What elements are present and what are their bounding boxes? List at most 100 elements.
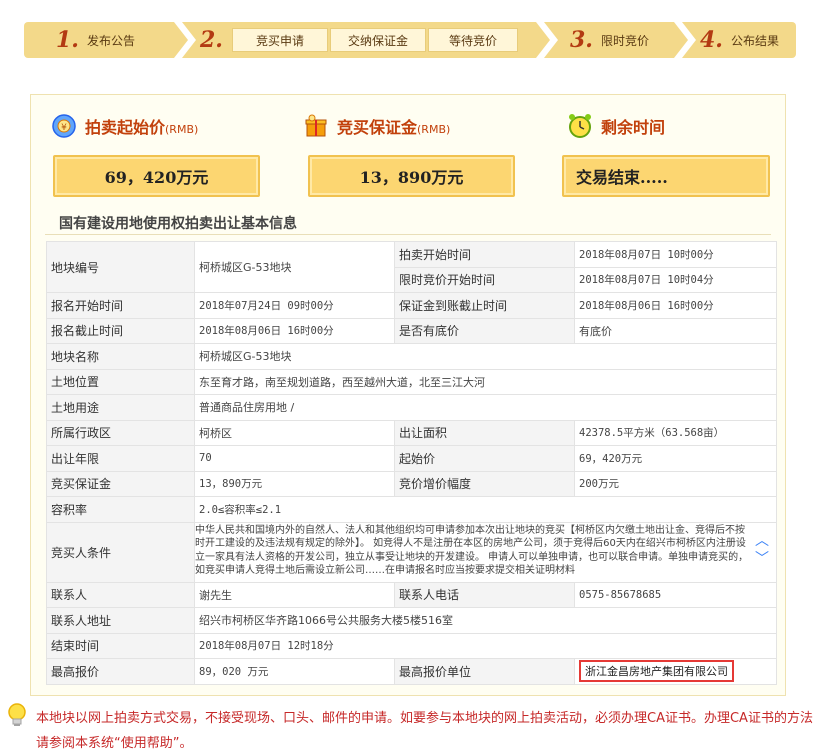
start-price-table-value: 69，420万元 (574, 445, 777, 472)
address-key: 联系人地址 (46, 607, 195, 634)
deposit-deadline-key: 保证金到账截止时间 (394, 292, 575, 319)
coins-icon: ¥ (52, 114, 76, 138)
process-steps-bar: 1. 发布公告 2. 竞买申请 交纳保证金 等待竞价 3. 限时竞价 4. 公布… (24, 22, 796, 58)
remaining-time-heading: 剩余时间 (567, 113, 665, 139)
conditions-textarea[interactable]: 中华人民共和国境内外的自然人、法人和其他组织均可申请参加本次出让地块的竞买【柯桥… (195, 524, 776, 581)
increment-key: 竞价增价幅度 (394, 470, 575, 497)
step-4-number: 4. (700, 27, 723, 53)
plot-name-key: 地块名称 (46, 343, 195, 370)
area-value: 42378.5平方米（63.568亩） (574, 419, 777, 446)
step-2-deposit: 交纳保证金 (330, 28, 426, 52)
scroll-arrows[interactable]: ︿ ﹀ (754, 532, 770, 572)
table-row: 竞买人条件 中华人民共和国境内外的自然人、法人和其他组织均可申请参加本次出让地块… (46, 521, 777, 583)
step-3-label: 限时竞价 (600, 33, 649, 48)
reg-end-value: 2018年08月06日 16时00分 (194, 317, 395, 344)
term-value: 70 (194, 445, 395, 472)
land-info-table: 地块编号 柯桥城区G-53地块 拍卖开始时间 2018年08月07日 10时00… (46, 241, 777, 685)
conditions-key: 竞买人条件 (46, 521, 195, 583)
timed-bid-start-value: 2018年08月07日 10时04分 (574, 266, 777, 293)
chevron-right-icon (674, 22, 696, 58)
district-value: 柯桥区 (194, 419, 395, 446)
table-row: 地块名称 柯桥城区G-53地块 (46, 343, 777, 370)
scroll-up-icon[interactable]: ︿ (754, 532, 770, 550)
term-key: 出让年限 (46, 445, 195, 472)
section-divider (45, 234, 771, 235)
start-price-label: 拍卖起始价 (85, 118, 166, 137)
contact-key: 联系人 (46, 581, 195, 608)
step-1-label: 发布公告 (86, 33, 135, 48)
winner-value: 浙江金昌房地产集团有限公司 (579, 660, 734, 683)
contact-value: 谢先生 (194, 581, 395, 608)
table-row: 最高报价 89，020 万元 最高报价单位 浙江金昌房地产集团有限公司 (46, 658, 777, 685)
auction-start-value: 2018年08月07日 10时00分 (574, 241, 777, 268)
start-price-heading: ¥ 拍卖起始价(RMB) (51, 113, 198, 139)
district-key: 所属行政区 (46, 419, 195, 446)
deposit-value: 13，890万元 (308, 155, 515, 197)
phone-value: 0575-85678685 (574, 581, 777, 608)
chevron-right-icon (536, 22, 558, 58)
plot-no-key: 地块编号 (46, 241, 195, 293)
deposit-key: 竞买保证金 (46, 470, 195, 497)
table-row: 土地用途 普通商品住房用地 / (46, 394, 777, 421)
notice-text: 本地块以网上拍卖方式交易，不接受现场、口头、邮件的申请。如要参与本地块的网上拍卖… (36, 711, 813, 751)
gift-icon (305, 114, 327, 137)
highest-bid-key: 最高报价 (46, 658, 195, 685)
step-4-label: 公布结果 (730, 33, 779, 48)
table-row: 土地位置 东至育才路，南至规划道路，西至越州大道，北至三江大河 (46, 368, 777, 395)
end-time-key: 结束时间 (46, 632, 195, 659)
reg-start-value: 2018年07月24日 09时00分 (194, 292, 395, 319)
deposit-table-value: 13，890万元 (194, 470, 395, 497)
location-value: 东至育才路，南至规划道路，西至越州大道，北至三江大河 (194, 368, 777, 395)
conditions-text: 中华人民共和国境内外的自然人、法人和其他组织均可申请参加本次出让地块的竞买【柯桥… (195, 524, 749, 577)
step-4: 4. 公布结果 (700, 22, 779, 58)
chevron-right-icon (174, 22, 196, 58)
deposit-unit: (RMB) (417, 123, 451, 136)
deposit-label: 竞买保证金 (337, 118, 418, 137)
step-2-number: 2. (200, 27, 223, 53)
end-time-value: 2018年08月07日 12时18分 (194, 632, 777, 659)
start-price-key: 起始价 (394, 445, 575, 472)
far-value: 2.0≤容积率≤2.1 (194, 496, 777, 523)
step-1-number: 1. (56, 27, 79, 53)
reg-start-key: 报名开始时间 (46, 292, 195, 319)
table-row: 结束时间 2018年08月07日 12时18分 (46, 632, 777, 659)
start-price-unit: (RMB) (165, 123, 199, 136)
step-3: 3. 限时竞价 (570, 22, 649, 58)
scroll-down-icon[interactable]: ﹀ (754, 550, 770, 568)
conditions-cell: 中华人民共和国境内外的自然人、法人和其他组织均可申请参加本次出让地块的竞买【柯桥… (194, 521, 777, 583)
phone-key: 联系人电话 (394, 581, 575, 608)
far-key: 容积率 (46, 496, 195, 523)
step-2: 2. (200, 22, 231, 58)
table-row: 容积率 2.0≤容积率≤2.1 (46, 496, 777, 523)
area-key: 出让面积 (394, 419, 575, 446)
usage-key: 土地用途 (46, 394, 195, 421)
remaining-time-label: 剩余时间 (601, 118, 666, 137)
winner-cell: 浙江金昌房地产集团有限公司 (574, 658, 777, 685)
table-row: 联系人 谢先生 联系人电话 0575-85678685 (46, 581, 777, 608)
table-row: 报名截止时间 2018年08月06日 16时00分 是否有底价 有底价 (46, 317, 777, 344)
increment-value: 200万元 (574, 470, 777, 497)
plot-no-value: 柯桥城区G-53地块 (194, 241, 395, 293)
start-price-value: 69，420万元 (53, 155, 260, 197)
usage-value: 普通商品住房用地 / (194, 394, 777, 421)
plot-name-value: 柯桥城区G-53地块 (194, 343, 777, 370)
location-key: 土地位置 (46, 368, 195, 395)
step-2-waiting: 等待竞价 (428, 28, 518, 52)
table-row: 联系人地址 绍兴市柯桥区华齐路1066号公共服务大楼5楼516室 (46, 607, 777, 634)
reserve-key: 是否有底价 (394, 317, 575, 344)
table-row: 出让年限 70 起始价 69，420万元 (46, 445, 777, 472)
remaining-time-value: 交易结束..... (562, 155, 770, 197)
section-title: 国有建设用地使用权拍卖出让基本信息 (59, 216, 297, 232)
svg-text:¥: ¥ (61, 123, 67, 133)
alarm-clock-icon (569, 114, 591, 138)
table-row: 所属行政区 柯桥区 出让面积 42378.5平方米（63.568亩） (46, 419, 777, 446)
deposit-heading: 竞买保证金(RMB) (303, 113, 450, 139)
auction-start-key: 拍卖开始时间 (394, 241, 575, 268)
table-row: 竞买保证金 13，890万元 竞价增价幅度 200万元 (46, 470, 777, 497)
address-value: 绍兴市柯桥区华齐路1066号公共服务大楼5楼516室 (194, 607, 777, 634)
highest-bid-value: 89，020 万元 (194, 658, 395, 685)
reg-end-key: 报名截止时间 (46, 317, 195, 344)
winner-key: 最高报价单位 (394, 658, 575, 685)
step-3-number: 3. (570, 27, 593, 53)
table-row: 报名开始时间 2018年07月24日 09时00分 保证金到账截止时间 2018… (46, 292, 777, 319)
